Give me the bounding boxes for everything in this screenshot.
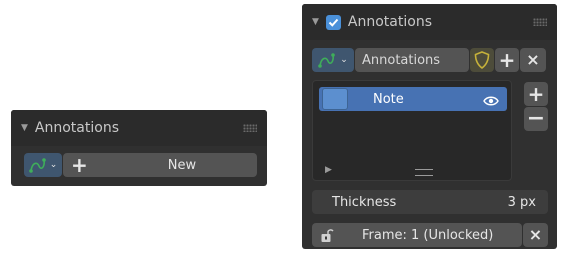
add-layer-button[interactable]: + (524, 82, 548, 106)
layer-list[interactable]: Note ▶ (312, 80, 512, 181)
new-annotation-button[interactable]: + New (63, 153, 257, 177)
drag-grip-icon[interactable] (533, 18, 547, 26)
list-expand-triangle-icon[interactable]: ▶ (325, 165, 332, 175)
annotation-type-dropdown[interactable]: ⌄ (312, 48, 354, 72)
chevron-down-icon: ⌄ (49, 160, 58, 170)
layer-name[interactable]: Note (373, 92, 404, 107)
add-icon: + (71, 153, 88, 177)
stroke-curve-icon (318, 52, 338, 68)
unlock-icon (320, 228, 334, 243)
chevron-down-icon: ⌄ (340, 55, 348, 65)
drag-grip-icon[interactable] (243, 124, 257, 132)
fake-user-button[interactable] (470, 48, 494, 72)
panel-header[interactable]: ▼ Annotations (302, 4, 557, 40)
remove-icon: − (526, 106, 546, 131)
datablock-name: Annotations (362, 52, 441, 68)
close-icon: × (526, 50, 540, 69)
frame-label: Frame: 1 (Unlocked) (362, 227, 494, 243)
frame-clear-button[interactable]: × (523, 223, 548, 247)
unlink-datablock-button[interactable]: × (520, 48, 546, 72)
list-item[interactable]: Note (319, 87, 507, 111)
remove-layer-button[interactable]: − (524, 107, 548, 131)
annotation-type-dropdown[interactable]: ⌄ (24, 153, 62, 177)
panel-title: Annotations (34, 120, 119, 136)
expand-triangle-icon[interactable]: ▼ (21, 123, 28, 133)
thickness-field[interactable]: Thickness 3 px (312, 190, 548, 214)
stroke-curve-icon (28, 157, 49, 173)
panel-header[interactable]: ▼ Annotations (11, 110, 267, 146)
eye-icon[interactable] (483, 92, 499, 111)
annotations-panel-right: ▼ Annotations ⌄ Annotations + × Note ▶ +… (302, 4, 557, 249)
panel-title: Annotations (347, 14, 432, 30)
layer-color-swatch[interactable] (322, 88, 348, 110)
thickness-label: Thickness (332, 194, 397, 210)
shield-icon (474, 51, 490, 69)
enable-checkbox[interactable] (325, 14, 341, 30)
frame-lock-button[interactable]: Frame: 1 (Unlocked) (312, 223, 522, 247)
list-resize-grip[interactable] (415, 169, 433, 176)
close-icon: × (528, 225, 543, 244)
new-datablock-button[interactable]: + (495, 48, 519, 72)
annotations-panel-left: ▼ Annotations ⌄ + New (11, 110, 267, 186)
expand-triangle-icon[interactable]: ▼ (312, 17, 319, 27)
thickness-value: 3 px (507, 194, 536, 210)
new-button-label: New (167, 157, 197, 173)
add-icon: + (527, 82, 545, 106)
add-icon: + (498, 48, 516, 72)
datablock-name-field[interactable]: Annotations (355, 48, 469, 72)
